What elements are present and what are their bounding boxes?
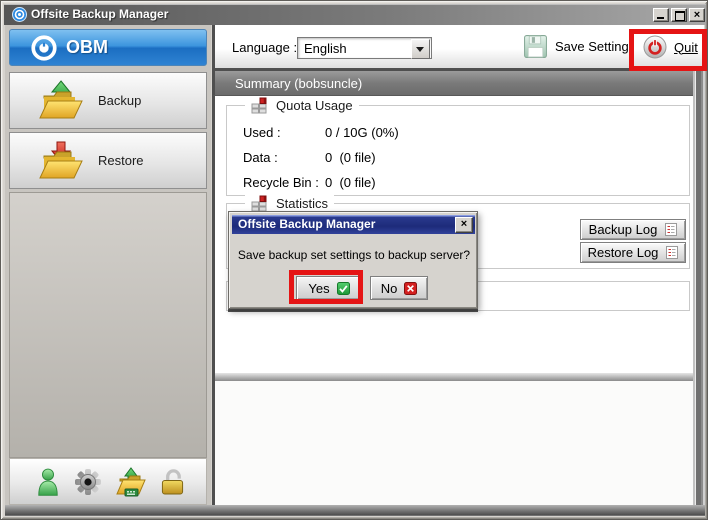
language-label: Language : xyxy=(232,40,297,55)
quota-legend-label: Quota Usage xyxy=(276,98,353,113)
close-button[interactable]: × xyxy=(689,8,705,22)
save-setting-label: Save Setting xyxy=(555,39,629,54)
maximize-icon xyxy=(675,11,685,21)
quota-row-value: 0 / 10G (0%) xyxy=(325,125,399,140)
obm-logo-label: OBM xyxy=(66,37,108,58)
maximize-button[interactable] xyxy=(671,8,687,22)
app-window: Offsite Backup Manager × OBM xyxy=(0,0,708,520)
statistics-legend-label: Statistics xyxy=(276,196,328,211)
confirm-dialog: Offsite Backup Manager × Save backup set… xyxy=(228,211,478,309)
minimize-icon xyxy=(657,17,664,19)
sidebar: OBM Backup Res xyxy=(5,25,211,505)
dialog-message: Save backup set settings to backup serve… xyxy=(229,248,479,262)
chevron-down-icon xyxy=(416,47,424,56)
quota-row-value: 0 (0 file) xyxy=(325,150,376,165)
quota-grid-icon xyxy=(251,97,268,114)
floppy-disk-icon xyxy=(523,34,548,59)
right-edge-strip xyxy=(693,71,705,505)
cross-icon xyxy=(404,282,417,295)
quota-row-label: Used : xyxy=(243,125,281,140)
user-icon[interactable] xyxy=(36,467,60,496)
save-setting-button[interactable]: Save Setting xyxy=(523,34,629,59)
yes-label: Yes xyxy=(308,281,329,296)
backup-log-label: Backup Log xyxy=(589,222,658,237)
window-title: Offsite Backup Manager xyxy=(31,4,168,25)
statistics-legend: Statistics xyxy=(245,195,334,212)
dropdown-arrow-button[interactable] xyxy=(411,39,430,59)
sidebar-empty-panel xyxy=(9,192,207,458)
quota-fieldset: Quota Usage Used : 0 / 10G (0%) Data : 0… xyxy=(226,105,690,196)
sidebar-item-label: Backup xyxy=(98,93,141,108)
no-button[interactable]: No xyxy=(370,276,428,300)
obm-logo-icon xyxy=(12,7,27,27)
sidebar-footer xyxy=(9,458,207,505)
folder-arrow-up-icon xyxy=(38,80,84,122)
quit-button[interactable]: Quit xyxy=(643,35,698,59)
quit-label: Quit xyxy=(674,40,698,55)
quota-row-label: Recycle Bin : xyxy=(243,175,319,190)
quota-legend: Quota Usage xyxy=(245,97,359,114)
no-label: No xyxy=(381,281,398,296)
language-select[interactable]: English xyxy=(297,37,432,59)
language-value: English xyxy=(304,41,347,56)
dialog-titlebar[interactable]: Offsite Backup Manager × xyxy=(232,215,475,234)
lock-icon[interactable] xyxy=(160,467,185,496)
dialog-title: Offsite Backup Manager xyxy=(238,215,375,234)
sidebar-item-label: Restore xyxy=(98,153,144,168)
obm-ring-icon xyxy=(30,34,58,62)
lower-panel xyxy=(212,373,704,505)
software-update-icon[interactable] xyxy=(116,467,146,497)
summary-header: Summary (bobsuncle) xyxy=(212,71,704,96)
main-toolbar: Language : English Save Setting xyxy=(212,25,704,71)
dialog-close-button[interactable]: × xyxy=(455,217,473,233)
restore-log-button[interactable]: Restore Log xyxy=(580,242,686,263)
sidebar-item-backup[interactable]: Backup xyxy=(9,72,207,129)
content-shadow-edge xyxy=(215,373,704,381)
window-titlebar[interactable]: Offsite Backup Manager × xyxy=(4,4,706,25)
minimize-button[interactable] xyxy=(653,8,669,22)
log-document-icon xyxy=(665,223,677,236)
log-document-icon xyxy=(666,246,678,259)
folder-arrow-down-icon xyxy=(38,140,84,182)
yes-button[interactable]: Yes xyxy=(296,276,362,300)
restore-log-label: Restore Log xyxy=(588,245,659,260)
backup-log-button[interactable]: Backup Log xyxy=(580,219,686,240)
bottom-edge-strip xyxy=(5,505,705,516)
close-icon: × xyxy=(694,9,700,21)
check-icon xyxy=(337,282,350,295)
sidebar-item-restore[interactable]: Restore xyxy=(9,132,207,189)
power-icon xyxy=(643,35,667,59)
quota-row-label: Data : xyxy=(243,150,278,165)
close-icon: × xyxy=(461,218,467,230)
gear-icon[interactable] xyxy=(74,468,102,496)
quota-row-value: 0 (0 file) xyxy=(325,175,376,190)
obm-logo-button[interactable]: OBM xyxy=(9,29,207,66)
statistics-grid-icon xyxy=(251,195,268,212)
